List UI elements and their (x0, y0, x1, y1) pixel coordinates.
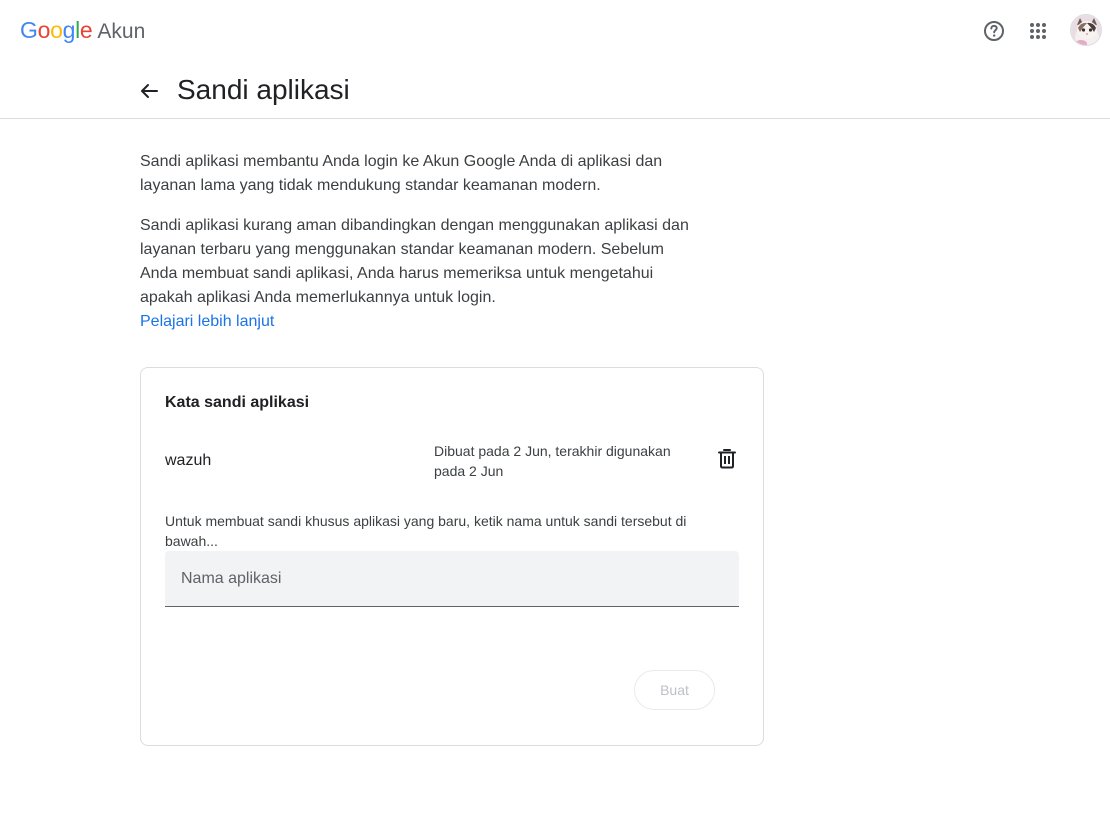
app-name-field[interactable] (165, 551, 739, 607)
page-header: Sandi aplikasi (0, 62, 1110, 119)
google-account-logo[interactable]: Google Akun (20, 17, 145, 47)
card-title: Kata sandi aplikasi (165, 394, 310, 411)
apps-grid-icon[interactable] (1026, 19, 1050, 43)
product-name: Akun (97, 20, 146, 43)
app-password-name: wazuh (165, 452, 212, 469)
app-password-meta: Dibuat pada 2 Jun, terakhir digunakan pa… (434, 443, 671, 479)
learn-more-link[interactable]: Pelajari lebih lanjut (140, 313, 274, 330)
create-button[interactable]: Buat (634, 670, 715, 710)
description-paragraph-text: Sandi aplikasi kurang aman dibandingkan … (140, 217, 689, 306)
trash-icon[interactable] (715, 447, 739, 471)
description: Sandi aplikasi membantu Anda login ke Ak… (140, 150, 700, 334)
arrow-back-icon[interactable] (137, 79, 161, 103)
top-app-bar: Google Akun (0, 0, 1110, 62)
google-logo-text: Google (20, 17, 93, 43)
avatar[interactable] (1070, 14, 1102, 46)
description-paragraph: Sandi aplikasi membantu Anda login ke Ak… (140, 153, 663, 194)
app-passwords-card: Kata sandi aplikasi wazuh Dibuat pada 2 … (140, 367, 764, 746)
create-hint: Untuk membuat sandi khusus aplikasi yang… (165, 513, 687, 549)
description-paragraph: Sandi aplikasi kurang aman dibandingkan … (140, 214, 700, 334)
app-name-input[interactable] (165, 551, 739, 606)
help-icon[interactable] (982, 19, 1006, 43)
page-title: Sandi aplikasi (177, 74, 350, 105)
